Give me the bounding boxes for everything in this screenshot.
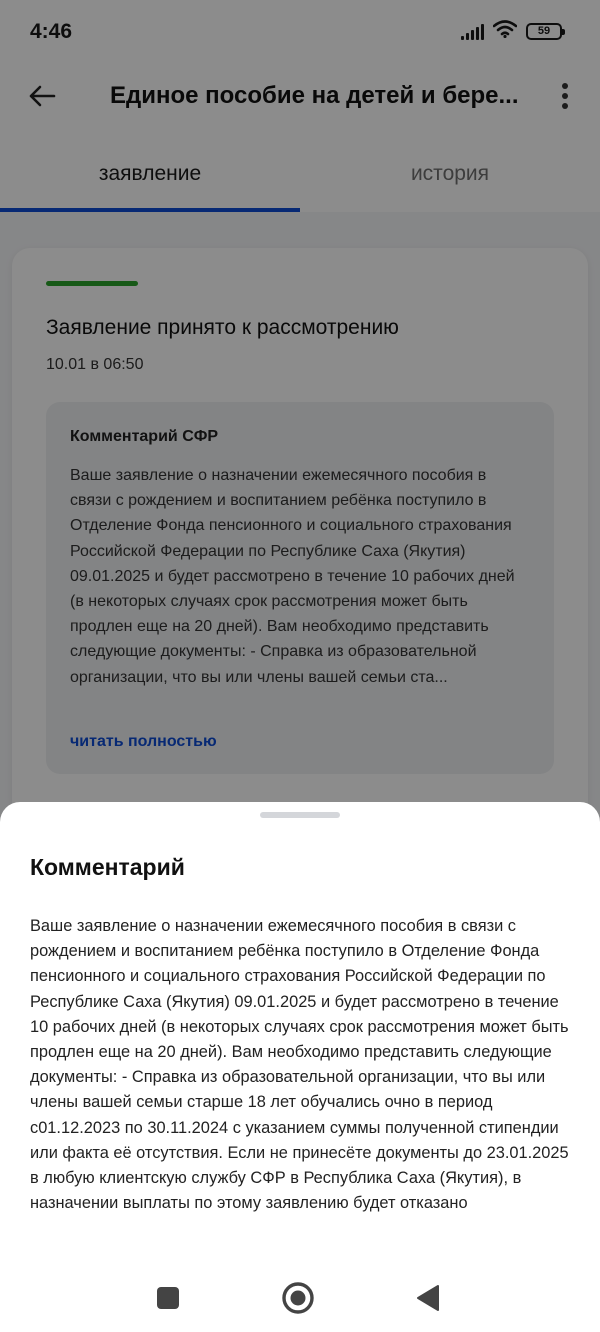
home-circle-icon <box>282 1282 314 1314</box>
sheet-drag-handle[interactable] <box>260 812 340 818</box>
system-nav-bar <box>0 1262 600 1332</box>
sheet-comment-text: Ваше заявление о назначении ежемесячного… <box>30 917 569 1213</box>
sheet-title: Комментарий <box>30 854 185 880</box>
recents-square-icon <box>157 1287 179 1309</box>
recents-button[interactable] <box>150 1280 186 1316</box>
back-triangle-icon <box>417 1285 439 1311</box>
nav-back-button[interactable] <box>410 1280 446 1316</box>
comment-bottom-sheet: Комментарий Ваше заявление о назначении … <box>0 802 600 1332</box>
home-button[interactable] <box>280 1280 316 1316</box>
app-screen: 4:46 59 Единое пособие на детей и бере..… <box>0 0 600 1332</box>
